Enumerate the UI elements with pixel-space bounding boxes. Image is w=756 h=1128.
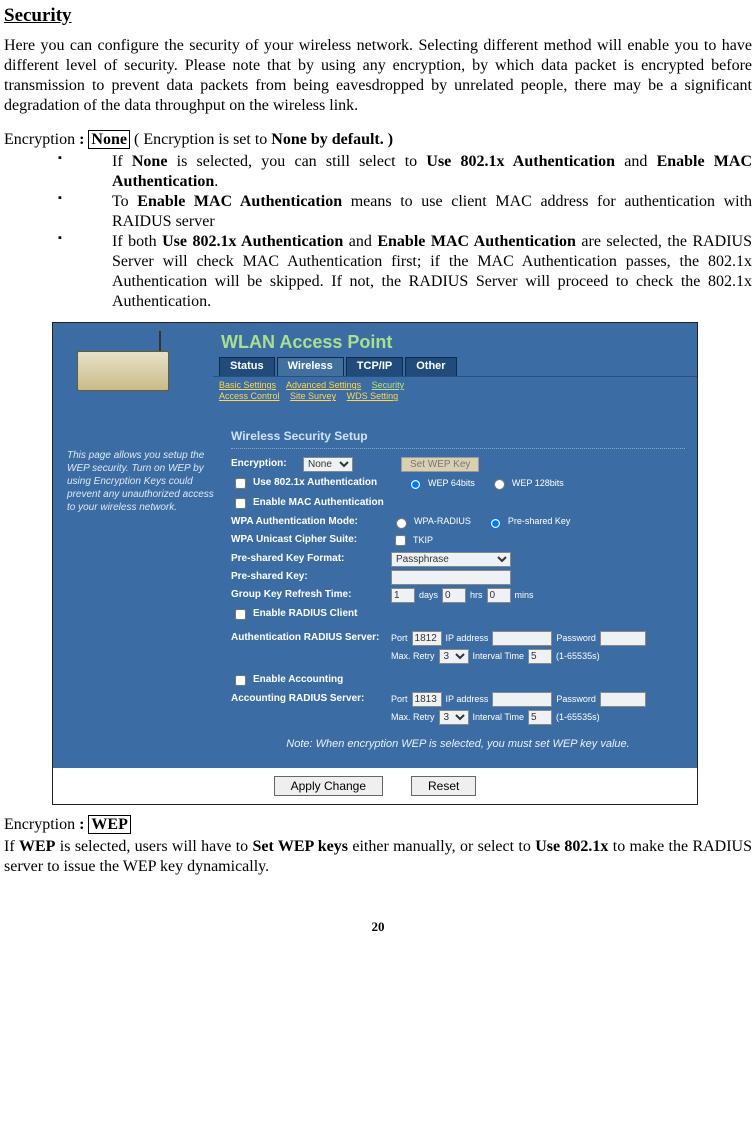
psk-format-select[interactable]: Passphrase [391,552,511,567]
auth-pwd-input[interactable] [600,631,646,646]
wep-paragraph: If WEP is selected, users will have to S… [4,837,752,877]
encryption-select[interactable]: None [303,457,353,472]
subtab-advanced[interactable]: Advanced Settings [286,380,361,390]
lbl-mac: Enable MAC Authentication [253,497,384,510]
encryption-wep-line: Encryption : WEP [4,815,752,835]
enc-none-box: None [88,130,130,149]
subtab-security[interactable]: Security [372,380,405,390]
tab-wireless[interactable]: Wireless [277,357,344,376]
tab-other[interactable]: Other [405,357,456,376]
lbl-grouptime: Group Key Refresh Time: [231,589,387,602]
lbl-cipher: WPA Unicast Cipher Suite: [231,534,387,547]
enc-wep-box: WEP [88,815,130,834]
reset-button[interactable]: Reset [411,776,476,796]
bullet-3: If both Use 802.1x Authentication and En… [58,232,752,312]
wep-note: Note: When encryption WEP is selected, y… [231,728,685,762]
lbl-radius: Enable RADIUS Client [253,608,357,621]
acct-retry-select[interactable]: 3 [439,710,469,725]
group-days-input[interactable] [391,588,415,603]
auth-interval-input[interactable] [528,649,552,664]
auth-ip-input[interactable] [492,631,552,646]
lbl-prekey: Pre-shared Key: [231,571,387,584]
lbl-authserver: Authentication RADIUS Server: [231,632,387,645]
psk-input[interactable] [391,570,511,585]
chk-radius[interactable] [235,609,246,620]
tab-status[interactable]: Status [219,357,275,376]
lbl-acctserver: Accounting RADIUS Server: [231,693,387,706]
acct-pwd-input[interactable] [600,692,646,707]
bullet-2: To Enable MAC Authentication means to us… [58,192,752,232]
auth-retry-select[interactable]: 3 [439,649,469,664]
chk-tkip[interactable] [395,535,406,546]
radio-wparadius[interactable] [396,518,407,529]
router-screenshot: WLAN Access Point Status Wireless TCP/IP… [52,322,698,805]
lbl-wpamode: WPA Authentication Mode: [231,516,387,529]
set-wep-key-button[interactable]: Set WEP Key [401,457,479,472]
enc-none-suffix: ( Encryption is set to [130,131,271,148]
radio-wep64[interactable] [410,479,421,490]
radio-wep128[interactable] [494,479,505,490]
group-mins-input[interactable] [487,588,511,603]
chk-8021x[interactable] [235,478,246,489]
acct-interval-input[interactable] [528,710,552,725]
banner-title: WLAN Access Point [213,323,697,358]
acct-ip-input[interactable] [492,692,552,707]
page-title: Security [4,4,752,28]
lbl-8021x: Use 802.1x Authentication [253,477,391,490]
enc-none-tail: by default. ) [307,131,393,148]
enc-none-bold: None [271,131,307,148]
acct-port-input[interactable] [412,692,442,707]
subtab-wds[interactable]: WDS Setting [347,391,399,401]
page-number: 20 [4,919,752,935]
section-heading: Wireless Security Setup [231,423,685,449]
help-sidebar-text: This page allows you setup the WEP secur… [53,417,225,768]
auth-port-input[interactable] [412,631,442,646]
encryption-none-line: Encryption : None ( Encryption is set to… [4,130,752,150]
chk-accounting[interactable] [235,675,246,686]
lbl-accounting: Enable Accounting [253,674,343,687]
subtab-access[interactable]: Access Control [219,391,280,401]
group-hrs-input[interactable] [442,588,466,603]
subtab-basic[interactable]: Basic Settings [219,380,276,390]
bullet-1: If None is selected, you can still selec… [58,152,752,192]
intro-paragraph: Here you can configure the security of y… [4,36,752,116]
radio-psk[interactable] [490,518,501,529]
subtab-survey[interactable]: Site Survey [290,391,336,401]
apply-button[interactable]: Apply Change [274,776,383,796]
lbl-pskformat: Pre-shared Key Format: [231,553,387,566]
device-illustration [53,323,213,417]
enc-prefix: Encryption [4,131,79,148]
tab-tcpip[interactable]: TCP/IP [346,357,403,376]
chk-mac[interactable] [235,498,246,509]
lbl-encryption: Encryption: [231,458,299,471]
